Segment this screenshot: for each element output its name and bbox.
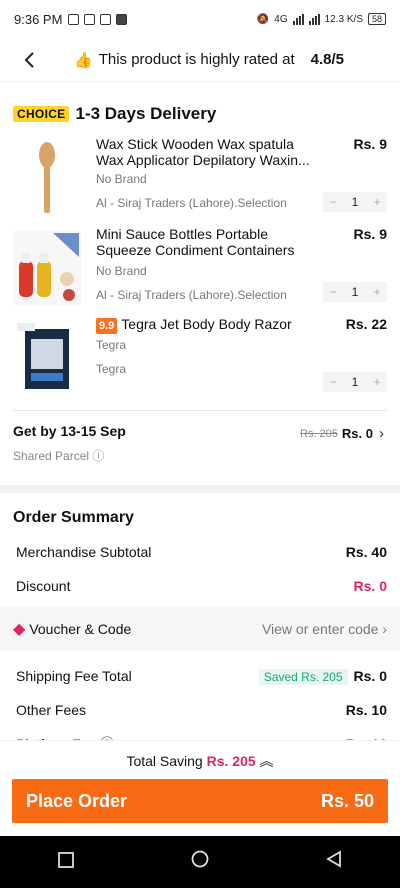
app-notification-icon bbox=[84, 13, 96, 25]
product-price: Rs. 9 bbox=[353, 136, 387, 152]
system-navigation-bar bbox=[0, 836, 400, 888]
place-order-button[interactable]: Place Order Rs. 50 bbox=[12, 779, 388, 823]
increase-button[interactable]: + bbox=[367, 195, 387, 209]
chevron-right-icon: › bbox=[382, 621, 387, 637]
cart-item: Wax Stick Wooden Wax spatula Wax Applica… bbox=[0, 134, 400, 224]
back-icon[interactable] bbox=[10, 38, 50, 82]
checkout-content: CHOICE 1-3 Days Delivery Wax Stick Woode… bbox=[0, 90, 400, 761]
section-separator bbox=[0, 485, 400, 493]
product-brand: No Brand bbox=[96, 264, 147, 278]
recent-apps-icon[interactable] bbox=[58, 851, 75, 874]
info-icon: ⓘ bbox=[92, 449, 105, 463]
product-image-razor[interactable] bbox=[13, 320, 81, 396]
shipping-fee-row: Shipping Fee Total Saved Rs. 205 Rs. 0 bbox=[16, 668, 387, 685]
cart-item: Mini Sauce Bottles Portable Squeeze Cond… bbox=[0, 224, 400, 314]
quantity-stepper: − 1 + bbox=[323, 372, 387, 392]
quantity-stepper: − 1 + bbox=[323, 192, 387, 212]
product-image-wax-stick[interactable] bbox=[13, 140, 81, 216]
voucher-icon: ◆ bbox=[13, 621, 26, 638]
delivery-section-title: CHOICE 1-3 Days Delivery bbox=[0, 90, 400, 134]
shared-parcel-label: Shared Parcel ⓘ bbox=[13, 449, 105, 463]
decrease-button[interactable]: − bbox=[323, 195, 343, 209]
battery-icon: 58 bbox=[367, 13, 386, 25]
voucher-link[interactable]: View or enter code › bbox=[262, 621, 387, 637]
delivery-estimate[interactable]: Get by 13-15 Sep Shared Parcel ⓘ Rs. 205… bbox=[0, 411, 400, 463]
app-notification-icon bbox=[100, 13, 112, 25]
mute-icon: 🔕 bbox=[256, 13, 270, 25]
rating-banner: 👍 This product is highly rated at 4.8/5 bbox=[74, 51, 344, 69]
product-brand: No Brand bbox=[96, 172, 147, 186]
home-icon[interactable] bbox=[191, 850, 209, 874]
merchandise-subtotal-row: Merchandise Subtotal Rs. 40 bbox=[16, 544, 387, 560]
signal-icon bbox=[292, 13, 304, 25]
sale-tag: 9.9 bbox=[96, 318, 118, 334]
product-image-sauce-bottles[interactable] bbox=[13, 230, 81, 306]
product-seller: Al - Siraj Traders (Lahore).Selection bbox=[96, 196, 287, 210]
total-saving[interactable]: Total Saving Rs. 205 ︽ bbox=[0, 741, 400, 771]
signal-icon bbox=[308, 13, 320, 25]
product-name[interactable]: Mini Sauce Bottles Portable Squeeze Cond… bbox=[96, 226, 316, 260]
voucher-label: Voucher & Code bbox=[29, 621, 132, 637]
rating-text: This product is highly rated at bbox=[98, 51, 295, 68]
status-time: 9:36 PM bbox=[14, 11, 63, 27]
speed-label: 12.3 K/S bbox=[324, 13, 363, 25]
chevron-up-icon: ︽ bbox=[259, 753, 274, 769]
chevron-right-icon[interactable]: › bbox=[379, 425, 384, 442]
app-notification-icon bbox=[68, 13, 80, 25]
choice-badge: CHOICE bbox=[13, 106, 70, 122]
product-seller: Al - Siraj Traders (Lahore).Selection bbox=[96, 288, 287, 302]
order-total: Rs. 50 bbox=[320, 790, 374, 811]
quantity-value: 1 bbox=[351, 285, 359, 299]
increase-button[interactable]: + bbox=[367, 375, 387, 389]
header: 👍 This product is highly rated at 4.8/5 bbox=[0, 38, 400, 82]
delivery-title: 1-3 Days Delivery bbox=[75, 104, 217, 123]
cart-item: 9.9 Tegra Jet Body Body Razor Tegra Tegra… bbox=[0, 314, 400, 404]
notification-icons bbox=[68, 13, 128, 25]
discount-row: Discount Rs. 0 bbox=[16, 578, 387, 594]
product-price: Rs. 9 bbox=[353, 226, 387, 242]
original-delivery-fee: Rs. 205 bbox=[300, 427, 338, 440]
decrease-button[interactable]: − bbox=[323, 285, 343, 299]
product-seller: Tegra bbox=[96, 362, 127, 376]
back-nav-icon[interactable] bbox=[325, 850, 342, 874]
app-notification-icon bbox=[116, 13, 128, 25]
delivery-fee-value: Rs. 0 bbox=[341, 426, 373, 441]
checkout-bar: Total Saving Rs. 205 ︽ Place Order Rs. 5… bbox=[0, 740, 400, 836]
delivery-fee: Rs. 205 Rs. 0 › bbox=[300, 425, 384, 442]
quantity-value: 1 bbox=[351, 375, 359, 389]
increase-button[interactable]: + bbox=[367, 285, 387, 299]
product-price: Rs. 22 bbox=[345, 316, 387, 332]
product-brand: Tegra bbox=[96, 338, 127, 352]
product-name[interactable]: 9.9 Tegra Jet Body Body Razor bbox=[96, 316, 316, 334]
decrease-button[interactable]: − bbox=[323, 375, 343, 389]
order-summary-title: Order Summary bbox=[13, 509, 134, 526]
network-label: 4G bbox=[274, 13, 288, 25]
voucher-row[interactable]: ◆ Voucher & Code View or enter code › bbox=[0, 607, 400, 651]
product-name[interactable]: Wax Stick Wooden Wax spatula Wax Applica… bbox=[96, 136, 316, 168]
thumbs-up-icon: 👍 bbox=[74, 51, 93, 69]
system-icons: 🔕 4G 12.3 K/S 58 bbox=[257, 13, 386, 25]
other-fees-row[interactable]: Other Fees Rs. 10 bbox=[0, 693, 400, 727]
status-bar: 9:36 PM 🔕 4G 12.3 K/S 58 bbox=[0, 0, 400, 38]
rating-value: 4.8/5 bbox=[310, 51, 344, 68]
quantity-stepper: − 1 + bbox=[323, 282, 387, 302]
product-name-text: Tegra Jet Body Body Razor bbox=[121, 316, 292, 332]
quantity-value: 1 bbox=[351, 195, 359, 209]
saved-badge: Saved Rs. 205 bbox=[258, 669, 348, 685]
